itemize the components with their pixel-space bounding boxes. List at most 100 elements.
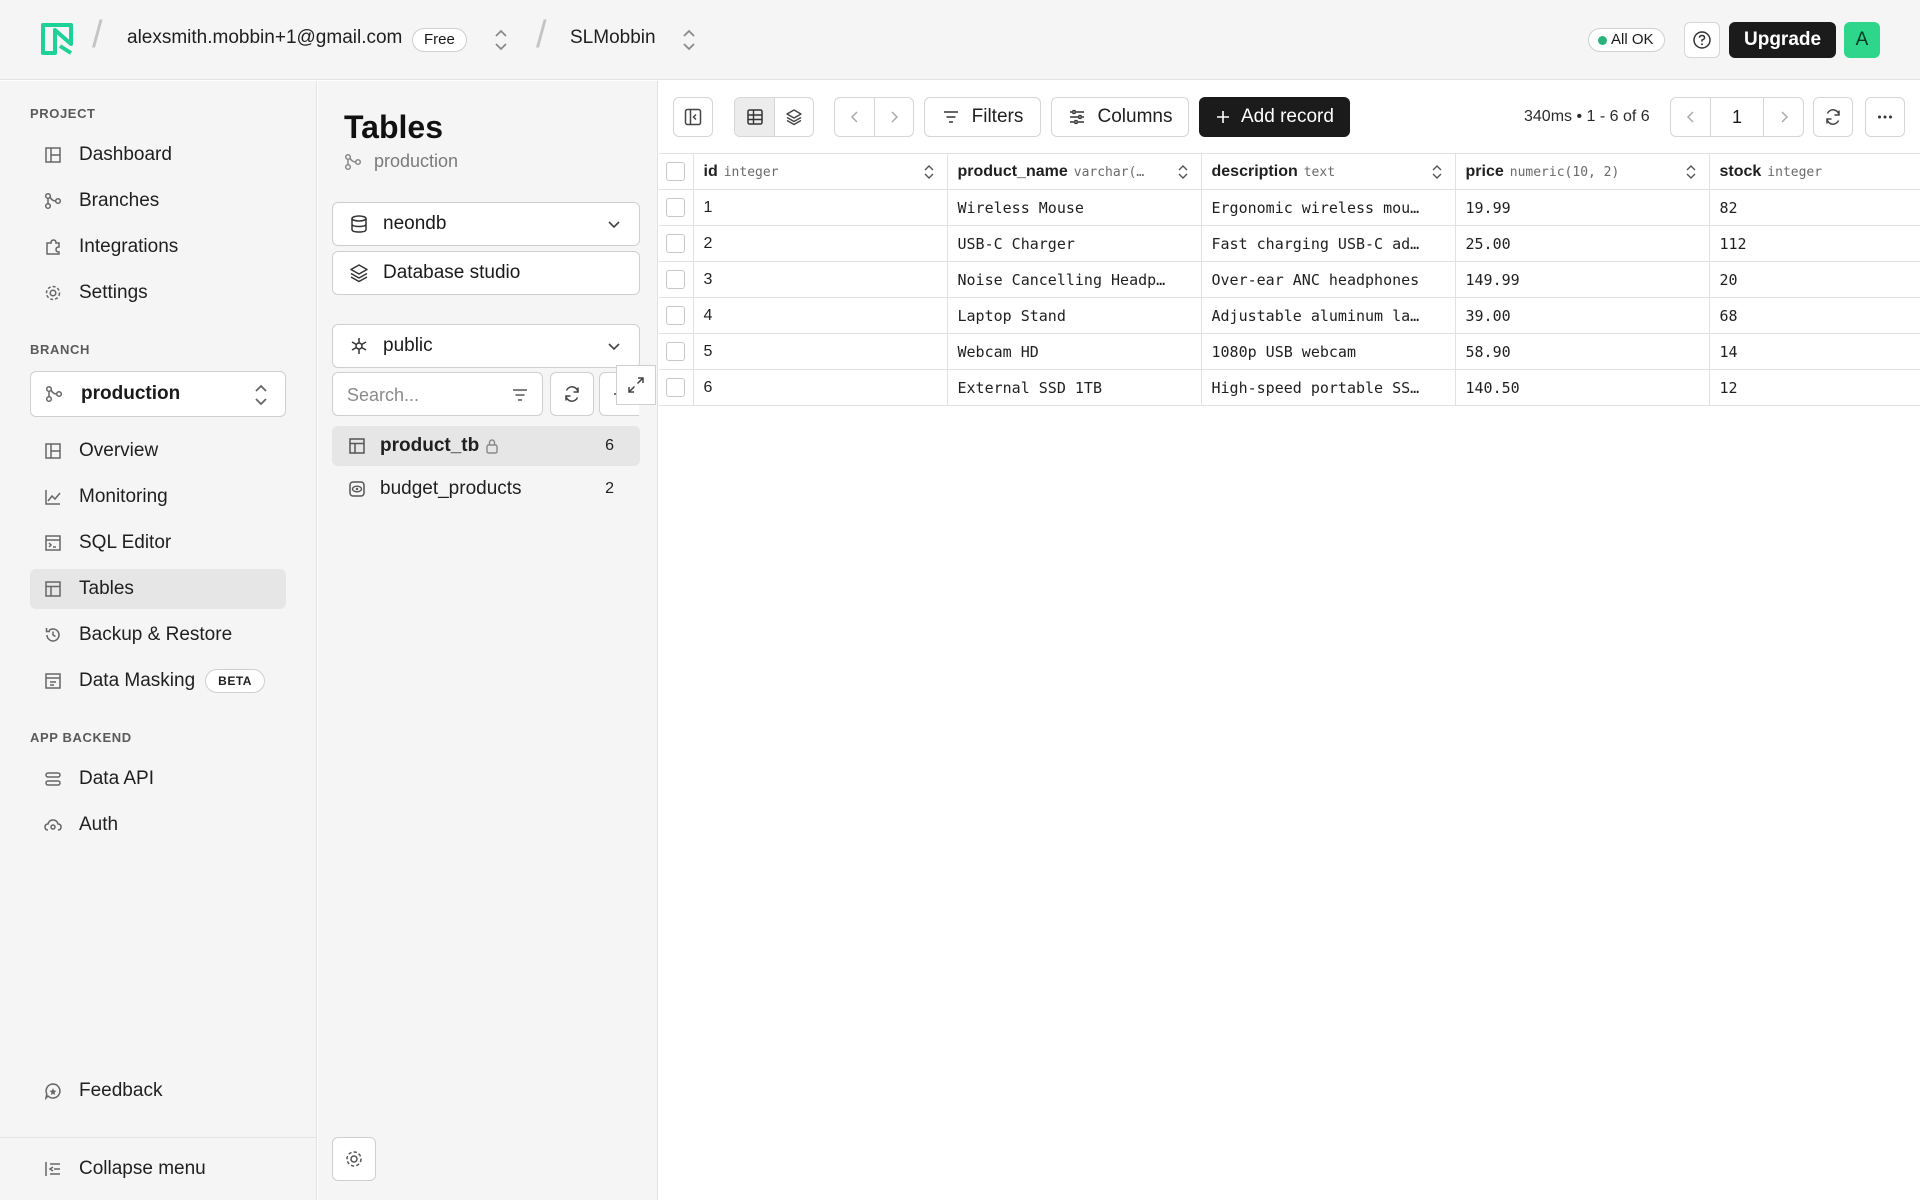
nav-data-api[interactable]: Data API xyxy=(30,759,286,799)
cell-product-name[interactable]: Webcam HD xyxy=(947,333,1202,370)
refresh-data-button[interactable] xyxy=(1813,97,1853,137)
database-select[interactable]: neondb xyxy=(332,202,640,246)
nav-sql-editor[interactable]: SQL Editor xyxy=(30,523,286,563)
nav-data-masking[interactable]: Data Masking BETA xyxy=(30,661,286,701)
cell-id[interactable]: 1 xyxy=(693,189,948,226)
filters-button[interactable]: Filters xyxy=(924,97,1041,137)
filter-icon[interactable] xyxy=(510,385,530,405)
nav-dashboard[interactable]: Dashboard xyxy=(30,135,286,175)
branch-selector[interactable]: production xyxy=(30,371,286,417)
cell-stock[interactable]: 82 xyxy=(1709,189,1920,226)
table-list-item[interactable]: product_tb 6 xyxy=(332,426,640,466)
cell-description[interactable]: Ergonomic wireless mou… xyxy=(1201,189,1456,226)
row-checkbox[interactable] xyxy=(666,342,686,361)
help-button[interactable] xyxy=(1684,22,1720,58)
row-checkbox[interactable] xyxy=(666,270,686,289)
cell-id[interactable]: 4 xyxy=(693,297,948,334)
column-header[interactable]: product_name varchar(… xyxy=(947,153,1202,190)
cell-id[interactable]: 2 xyxy=(693,225,948,262)
table-row[interactable]: 5 Webcam HD 1080p USB webcam 58.90 14 xyxy=(659,333,1920,370)
cell-description[interactable]: Adjustable aluminum la… xyxy=(1201,297,1456,334)
cell-stock[interactable]: 112 xyxy=(1709,225,1920,262)
expand-panel-button[interactable] xyxy=(616,365,656,405)
back-button[interactable] xyxy=(835,98,874,136)
cell-stock[interactable]: 14 xyxy=(1709,333,1920,370)
database-studio-button[interactable]: Database studio xyxy=(332,251,640,295)
sort-icon[interactable] xyxy=(1431,163,1443,181)
refresh-tables-button[interactable] xyxy=(550,372,594,416)
nav-branches[interactable]: Branches xyxy=(30,181,286,221)
avatar[interactable]: A xyxy=(1844,22,1880,58)
table-row[interactable]: 6 External SSD 1TB High-speed portable S… xyxy=(659,369,1920,406)
table-row[interactable]: 1 Wireless Mouse Ergonomic wireless mou…… xyxy=(659,189,1920,226)
cell-product-name[interactable]: USB-C Charger xyxy=(947,225,1202,262)
nav-backup-restore[interactable]: Backup & Restore xyxy=(30,615,286,655)
cell-description[interactable]: High-speed portable SS… xyxy=(1201,369,1456,406)
nav-settings[interactable]: Settings xyxy=(30,273,286,313)
nav-auth[interactable]: Auth xyxy=(30,805,286,845)
nav-tables[interactable]: Tables xyxy=(30,569,286,609)
table-search-input[interactable] xyxy=(347,383,497,407)
column-header[interactable]: price numeric(10, 2) xyxy=(1455,153,1710,190)
schema-select[interactable]: public xyxy=(332,324,640,368)
nav-feedback[interactable]: Feedback xyxy=(30,1071,286,1111)
sort-icon[interactable] xyxy=(1177,163,1189,181)
cell-stock[interactable]: 12 xyxy=(1709,369,1920,406)
cell-description[interactable]: Fast charging USB-C ad… xyxy=(1201,225,1456,262)
column-header[interactable]: stock integer xyxy=(1709,153,1920,190)
cell-product-name[interactable]: Wireless Mouse xyxy=(947,189,1202,226)
row-checkbox[interactable] xyxy=(666,198,686,217)
cell-stock[interactable]: 20 xyxy=(1709,261,1920,298)
add-record-button[interactable]: Add record xyxy=(1199,97,1350,137)
table-list-item[interactable]: budget_products 2 xyxy=(332,469,640,509)
prev-page-button[interactable] xyxy=(1671,98,1710,136)
row-checkbox[interactable] xyxy=(666,378,686,397)
table-row[interactable]: 4 Laptop Stand Adjustable aluminum la… 3… xyxy=(659,297,1920,334)
panel-settings-button[interactable] xyxy=(332,1137,376,1181)
sort-icon[interactable] xyxy=(1685,163,1697,181)
column-header[interactable]: id integer xyxy=(693,153,948,190)
cell-price[interactable]: 58.90 xyxy=(1455,333,1710,370)
nav-integrations[interactable]: Integrations xyxy=(30,227,286,267)
project-name[interactable]: SLMobbin xyxy=(570,27,656,49)
table-row[interactable]: 2 USB-C Charger Fast charging USB-C ad… … xyxy=(659,225,1920,262)
page-number-input[interactable]: 1 xyxy=(1710,98,1764,136)
cell-stock[interactable]: 68 xyxy=(1709,297,1920,334)
toggle-sidebar-button[interactable] xyxy=(673,97,713,137)
status-badge[interactable]: All OK xyxy=(1588,28,1665,52)
cell-price[interactable]: 25.00 xyxy=(1455,225,1710,262)
table-row[interactable]: 3 Noise Cancelling Headp… Over-ear ANC h… xyxy=(659,261,1920,298)
nav-overview[interactable]: Overview xyxy=(30,431,286,471)
select-all-checkbox[interactable] xyxy=(666,162,686,181)
cell-id[interactable]: 6 xyxy=(693,369,948,406)
schema-view-button[interactable] xyxy=(774,98,813,136)
collapse-menu-button[interactable]: Collapse menu xyxy=(30,1149,286,1189)
cell-description[interactable]: 1080p USB webcam xyxy=(1201,333,1456,370)
column-header[interactable]: description text xyxy=(1201,153,1456,190)
cell-product-name[interactable]: Noise Cancelling Headp… xyxy=(947,261,1202,298)
cell-product-name[interactable]: Laptop Stand xyxy=(947,297,1202,334)
row-checkbox[interactable] xyxy=(666,234,686,253)
project-switcher-icon[interactable] xyxy=(681,27,697,53)
nav-monitoring[interactable]: Monitoring xyxy=(30,477,286,517)
account-switcher-icon[interactable] xyxy=(493,27,509,53)
cell-price[interactable]: 19.99 xyxy=(1455,189,1710,226)
cell-description[interactable]: Over-ear ANC headphones xyxy=(1201,261,1456,298)
neon-logo-icon[interactable] xyxy=(40,22,74,56)
cell-price[interactable]: 39.00 xyxy=(1455,297,1710,334)
next-page-button[interactable] xyxy=(1764,98,1803,136)
cell-id[interactable]: 3 xyxy=(693,261,948,298)
upgrade-button[interactable]: Upgrade xyxy=(1729,22,1837,58)
cell-price[interactable]: 149.99 xyxy=(1455,261,1710,298)
row-checkbox[interactable] xyxy=(666,306,686,325)
table-view-button[interactable] xyxy=(735,98,774,136)
cell-price[interactable]: 140.50 xyxy=(1455,369,1710,406)
cell-product-name[interactable]: External SSD 1TB xyxy=(947,369,1202,406)
columns-button[interactable]: Columns xyxy=(1051,97,1189,137)
forward-button[interactable] xyxy=(874,98,913,136)
cell-id[interactable]: 5 xyxy=(693,333,948,370)
nav-label: Data Masking xyxy=(79,670,196,691)
account-email[interactable]: alexsmith.mobbin+1@gmail.com xyxy=(127,27,402,49)
sort-icon[interactable] xyxy=(923,163,935,181)
more-options-button[interactable] xyxy=(1865,97,1905,137)
